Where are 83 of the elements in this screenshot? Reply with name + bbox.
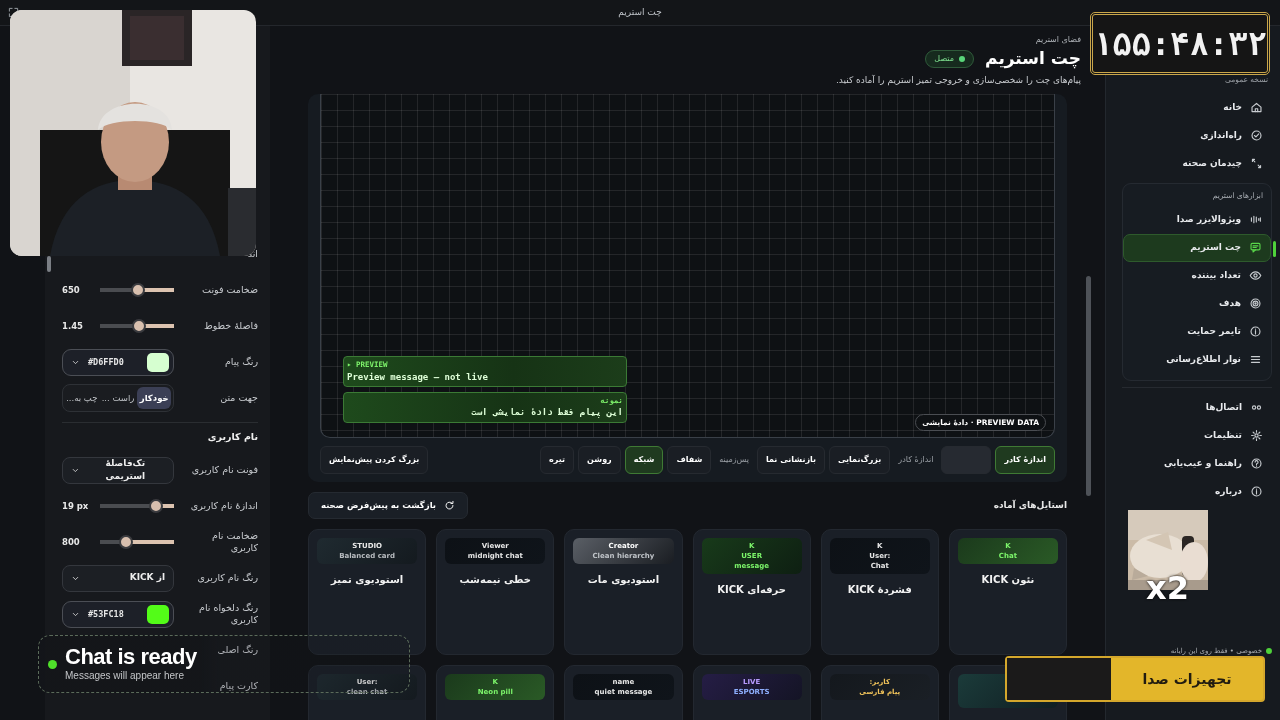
toolbar-button[interactable]: بزرگ‌نمایی (829, 445, 891, 474)
sidebar-item[interactable]: درباره (1122, 477, 1272, 506)
toolbar-button[interactable]: روشن (578, 445, 621, 474)
info-icon (1250, 485, 1263, 498)
setting-label: فونت نام کاربری (190, 463, 258, 477)
setting-label: ضخامت فونت (201, 283, 258, 297)
countdown-timer: ۱۵۵:۴۸:۳۲ (1090, 12, 1270, 75)
sidebar-item[interactable]: هدف (1123, 289, 1271, 318)
waveform-icon (1249, 213, 1262, 226)
preset-name: استودیوی تمیز (331, 573, 404, 588)
check-circle-icon (1250, 128, 1263, 142)
setting-label: ضخامت نام کاربری (211, 529, 258, 555)
select-field[interactable]: تک‌فاصلهٔ استریمی (62, 456, 174, 484)
toolbar-button[interactable]: اندازهٔ کادر (995, 445, 1055, 474)
toolbar-label: پس‌زمینه (718, 453, 750, 466)
reset-button[interactable]: بازگشت به پیش‌فرض صحنه (308, 491, 469, 519)
help-icon (1250, 457, 1263, 470)
preset-name: خطی نیمه‌شب (459, 573, 532, 588)
segment-option[interactable]: چپ به... (65, 386, 99, 410)
home-icon (1250, 100, 1263, 114)
section-title: استایل‌های آماده (993, 498, 1067, 512)
target-icon (1249, 297, 1262, 310)
slider-thumb[interactable] (132, 319, 147, 333)
color-field[interactable]: #D6FFD0 (62, 348, 174, 376)
setting-label: کارت پیام (218, 679, 258, 693)
overlay-subtitle: Messages will appear here (65, 669, 185, 684)
color-field[interactable]: #53FC18 (62, 600, 174, 628)
setting-value: 19 px (62, 499, 90, 513)
sidebar-item[interactable]: تایمر حمایت (1123, 317, 1271, 346)
window-title: چت استریم (618, 5, 662, 20)
segment-option[interactable]: خودکار (137, 386, 171, 410)
banner-title: تجهیزات صدا (1141, 669, 1233, 690)
page-title: چت استریم (985, 47, 1081, 71)
segment-option[interactable]: راست ... (100, 386, 136, 410)
sidebar-item[interactable]: چیدمان صحنه (1122, 149, 1272, 178)
preset-name: نئون KICK (981, 573, 1035, 588)
sidebar-item[interactable]: تعداد بیننده (1123, 261, 1271, 290)
setting-value: 800 (62, 535, 81, 549)
setting-value: 1.45 (62, 319, 84, 333)
setting-label: رنگ اصلی (216, 643, 258, 657)
scrollbar-thumb[interactable] (1086, 276, 1091, 496)
toolbar-button[interactable]: شفاف (667, 445, 712, 474)
setting-label: رنگ نام کاربری (196, 571, 258, 585)
setting-label: جهت متن (219, 391, 258, 405)
eye-icon (1249, 269, 1262, 282)
toolbar-button[interactable]: بازنشانی نما (757, 445, 825, 474)
preset-name: استودیوی مات (587, 573, 660, 588)
preset-name: فشردهٔ KICK (847, 583, 912, 598)
section-heading: نام کاربری (62, 422, 258, 452)
status-dot (1266, 647, 1272, 654)
overlay-title: Chat is ready (65, 644, 197, 669)
sidebar-item[interactable]: ویژوالایزر صدا (1123, 205, 1271, 234)
status-badge: متصل (925, 49, 975, 68)
info-icon (1249, 325, 1262, 338)
setting-label: فاصلهٔ خطوط (202, 319, 258, 333)
expand-icon (1250, 156, 1263, 170)
expand-preview-button[interactable]: بزرگ کردن پیش‌نمایش (320, 445, 429, 474)
select-field[interactable]: از KICK (62, 564, 174, 592)
toolbar-button[interactable]: شبکه (624, 445, 664, 474)
settings-icon (1250, 429, 1263, 442)
menu-icon (1249, 353, 1262, 366)
slider-thumb[interactable] (118, 535, 133, 549)
setting-label: رنگ پیام (223, 355, 258, 369)
sidebar-item[interactable]: خانه (1122, 93, 1272, 122)
status-dot (48, 659, 57, 669)
sidebar-item[interactable]: اتصال‌ها (1122, 393, 1272, 422)
sidebar-item[interactable]: نوار اطلاع‌رسانی (1123, 345, 1271, 374)
scrollbar-thumb[interactable] (47, 256, 51, 272)
refresh-icon (444, 499, 456, 511)
setting-label: اندازهٔ نام کاربری (189, 499, 258, 513)
setting-label: رنگ دلخواه نام کاربری (198, 601, 258, 627)
sidebar-item[interactable]: تنظیمات (1122, 421, 1272, 450)
page-subtitle: پیام‌های چت را شخصی‌سازی و خروجی تمیز استریم را آماده کنید. (834, 74, 1081, 88)
preset-name: حرفه‌ای KICK (717, 583, 786, 598)
slider-thumb[interactable] (131, 283, 146, 297)
setting-value: 650 (62, 283, 81, 297)
toolbar-button[interactable]: تیره (540, 445, 575, 474)
toolbar-label: اندازهٔ کادر (897, 453, 935, 466)
chat-icon (1249, 241, 1262, 254)
sidebar-item[interactable]: راهنما و عیب‌یابی (1122, 449, 1272, 478)
breadcrumb: فضای استریم (1034, 34, 1081, 46)
slider-thumb[interactable] (149, 499, 164, 513)
sidebar-item[interactable]: راه‌اندازی (1122, 121, 1272, 150)
